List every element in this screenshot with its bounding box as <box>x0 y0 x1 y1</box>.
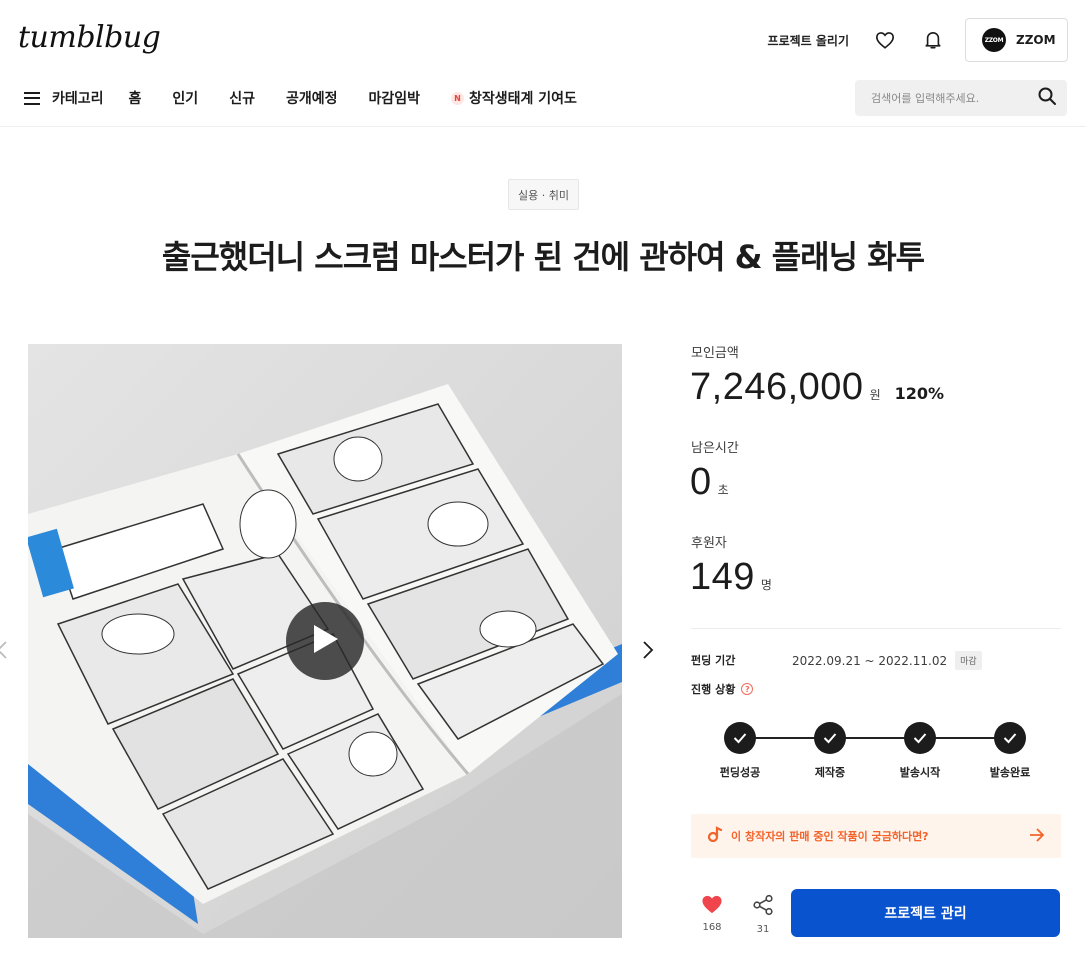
creator-store-banner[interactable]: 이 창작자의 판매 중인 작품이 궁금하다면? <box>691 814 1061 858</box>
amount-value: 7,246,000 <box>690 366 864 408</box>
logo[interactable]: tumblbug <box>18 20 161 55</box>
time-left-label: 남은시간 <box>691 441 739 456</box>
header-actions: 프로젝트 올리기 ZZOM ZZOM <box>768 18 1068 62</box>
nav-closing-soon[interactable]: 마감임박 <box>368 88 420 108</box>
progress-steps: 펀딩성공 제작중 발송시작 발송완료 <box>691 720 1061 780</box>
nav-new[interactable]: 신규 <box>229 88 255 108</box>
header: tumblbug 프로젝트 올리기 ZZOM ZZOM 카테고리 홈 인기 신규… <box>0 0 1086 127</box>
time-left-unit: 초 <box>717 483 729 497</box>
funding-percent: 120% <box>894 384 945 403</box>
step-shipping-complete: 발송완료 <box>970 722 1050 780</box>
step-production: 제작중 <box>790 722 870 780</box>
nav-home[interactable]: 홈 <box>129 88 142 108</box>
search-bar <box>855 80 1067 116</box>
amount-label: 모인금액 <box>691 346 739 361</box>
funding-period-label: 펀딩 기간 <box>691 654 736 667</box>
nav-upcoming[interactable]: 공개예정 <box>286 88 338 108</box>
amount-value-row: 7,246,000 원 120% <box>690 366 944 409</box>
check-icon <box>994 722 1026 754</box>
step-label: 발송완료 <box>989 766 1031 779</box>
like-count: 168 <box>702 922 722 933</box>
manage-project-button[interactable]: 프로젝트 관리 <box>791 889 1060 937</box>
step-label: 펀딩성공 <box>719 766 761 779</box>
step-label: 발송시작 <box>899 766 941 779</box>
progress-status: 진행 상황 ? <box>691 681 754 697</box>
avatar: ZZOM <box>982 28 1006 52</box>
upload-project-link[interactable]: 프로젝트 올리기 <box>768 32 849 49</box>
share-icon <box>752 894 774 920</box>
chevron-left-icon[interactable] <box>0 640 8 660</box>
time-left-value: 0 <box>690 461 712 503</box>
backers-unit: 명 <box>760 578 772 592</box>
backers-label: 후원자 <box>691 536 727 551</box>
share-button[interactable]: 31 <box>743 894 783 935</box>
nav-creator-ecosystem[interactable]: N 창작생태계 기여도 <box>451 88 577 108</box>
time-left-row: 0 초 <box>690 461 729 504</box>
check-icon <box>904 722 936 754</box>
main-nav: 카테고리 홈 인기 신규 공개예정 마감임박 N 창작생태계 기여도 <box>24 88 608 108</box>
divider <box>691 628 1061 629</box>
step-funding-success: 펀딩성공 <box>700 722 780 780</box>
user-menu-button[interactable]: ZZOM ZZOM <box>965 18 1068 62</box>
project-media <box>28 344 622 938</box>
progress-status-label: 진행 상황 <box>691 683 736 696</box>
bell-icon[interactable] <box>921 28 945 52</box>
play-video-button[interactable] <box>286 602 364 680</box>
category-chip[interactable]: 실용 · 취미 <box>508 179 579 210</box>
play-icon <box>310 623 340 659</box>
check-icon <box>724 722 756 754</box>
ended-badge: 마감 <box>955 651 982 670</box>
music-note-icon <box>707 826 723 846</box>
check-icon <box>814 722 846 754</box>
hamburger-icon <box>24 91 40 105</box>
nav-creator-ecosystem-label: 창작생태계 기여도 <box>469 91 577 107</box>
step-label: 제작중 <box>814 766 846 779</box>
project-title: 출근했더니 스크럼 마스터가 된 건에 관하여 & 플래닝 화투 <box>161 238 925 276</box>
search-icon[interactable] <box>1037 86 1057 110</box>
new-badge: N <box>451 91 465 105</box>
heart-filled-icon <box>701 894 723 918</box>
search-input[interactable] <box>871 91 1037 105</box>
creator-banner-text: 이 창작자의 판매 중인 작품이 궁금하다면? <box>731 830 929 843</box>
amount-unit: 원 <box>869 388 881 402</box>
arrow-right-icon <box>1029 827 1045 846</box>
backers-value: 149 <box>690 556 755 598</box>
help-icon[interactable]: ? <box>741 683 754 695</box>
nav-popular[interactable]: 인기 <box>172 88 198 108</box>
nav-category-label: 카테고리 <box>52 91 104 107</box>
share-count: 31 <box>756 924 770 935</box>
backers-row: 149 명 <box>690 556 772 599</box>
chevron-right-icon[interactable] <box>641 640 655 660</box>
heart-icon[interactable] <box>873 28 897 52</box>
funding-period: 2022.09.21 ~ 2022.11.02 마감 <box>792 651 982 670</box>
funding-period-value: 2022.09.21 ~ 2022.11.02 <box>792 653 948 668</box>
like-button[interactable]: 168 <box>692 894 732 933</box>
user-name: ZZOM <box>1016 33 1056 47</box>
step-shipping-start: 발송시작 <box>880 722 960 780</box>
nav-category[interactable]: 카테고리 <box>24 88 104 108</box>
